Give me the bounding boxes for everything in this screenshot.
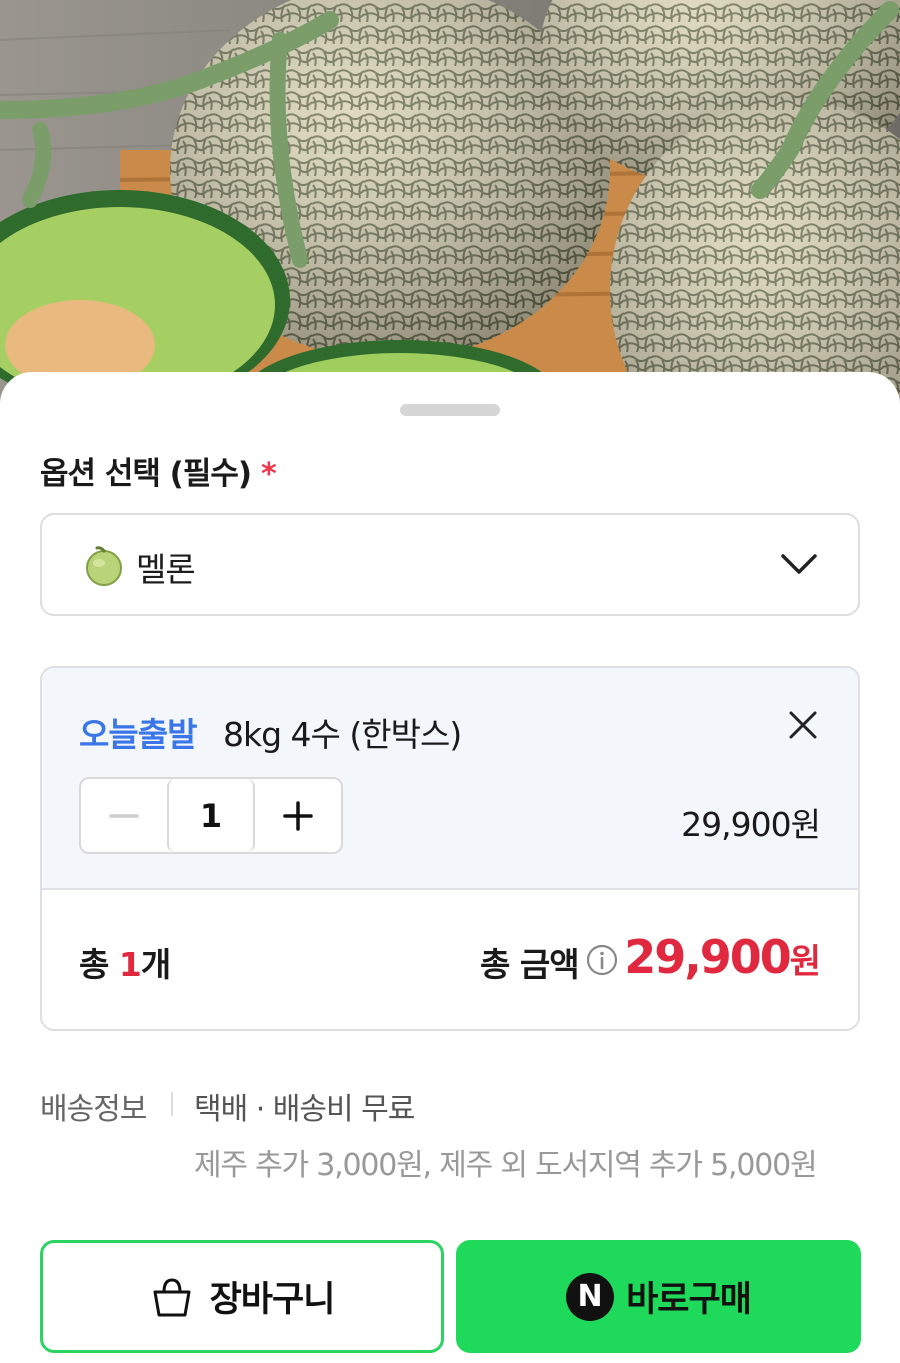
plus-icon — [283, 800, 313, 831]
required-asterisk: * — [261, 457, 277, 492]
sheet-drag-handle[interactable] — [400, 404, 500, 416]
total-amount: 29,900원 — [624, 930, 821, 984]
cart-button-label: 장바구니 — [209, 1280, 336, 1320]
total-count: 총 1개 — [79, 938, 171, 986]
shipping-info-label: 배송정보 — [40, 1092, 147, 1127]
shipping-method: 택배 · 배송비 무료 — [194, 1092, 415, 1127]
ship-today-tag: 오늘출발 — [79, 715, 197, 754]
buy-now-button[interactable]: N 바로구매 — [456, 1240, 861, 1353]
total-amount-label: 총 금액 — [480, 945, 580, 984]
total-count-suffix: 개 — [140, 945, 171, 984]
shipping-extra-fee: 제주 추가 3,000원, 제주 외 도서지역 추가 5,000원 — [194, 1148, 818, 1183]
option-bottom-sheet: 옵션 선택 (필수) * 멜론 오늘출발 8kg 4수 (한박스) 1 29,9… — [0, 372, 900, 1363]
total-count-prefix: 총 — [79, 945, 119, 984]
quantity-decrease-button[interactable] — [81, 779, 167, 852]
quantity-value[interactable]: 1 — [167, 779, 255, 852]
quantity-increase-button[interactable] — [255, 779, 341, 852]
total-count-number: 1 — [118, 945, 142, 984]
shopping-bag-icon — [153, 1277, 191, 1316]
shipping-divider — [171, 1092, 173, 1116]
buy-button-label: 바로구매 — [626, 1280, 752, 1320]
info-icon[interactable] — [586, 944, 618, 976]
minus-icon — [109, 813, 139, 818]
total-amount-unit: 원 — [789, 942, 821, 982]
chevron-down-icon — [781, 554, 817, 574]
item-option-name: 8kg 4수 (한박스) — [223, 715, 462, 754]
option-select-dropdown[interactable]: 멜론 — [40, 513, 860, 616]
melon-photo — [0, 0, 900, 430]
option-title-text: 옵션 선택 (필수) — [40, 456, 252, 492]
selected-item-row: 오늘출발 8kg 4수 (한박스) 1 29,900원 — [42, 668, 858, 890]
product-hero-image — [0, 0, 900, 430]
option-section-title: 옵션 선택 (필수) * — [40, 448, 277, 493]
melon-emoji-icon — [86, 546, 122, 586]
remove-item-close-icon[interactable] — [788, 710, 818, 740]
item-price: 29,900원 — [681, 805, 821, 844]
total-amount-value: 29,900 — [624, 930, 792, 984]
naver-pay-icon: N — [566, 1272, 615, 1321]
quantity-stepper: 1 — [79, 777, 343, 854]
selected-item-card: 오늘출발 8kg 4수 (한박스) 1 29,900원 총 1개 총 금액 29… — [40, 666, 860, 1031]
selected-option-label: 멜론 — [136, 550, 196, 589]
add-to-cart-button[interactable]: 장바구니 — [40, 1240, 444, 1353]
